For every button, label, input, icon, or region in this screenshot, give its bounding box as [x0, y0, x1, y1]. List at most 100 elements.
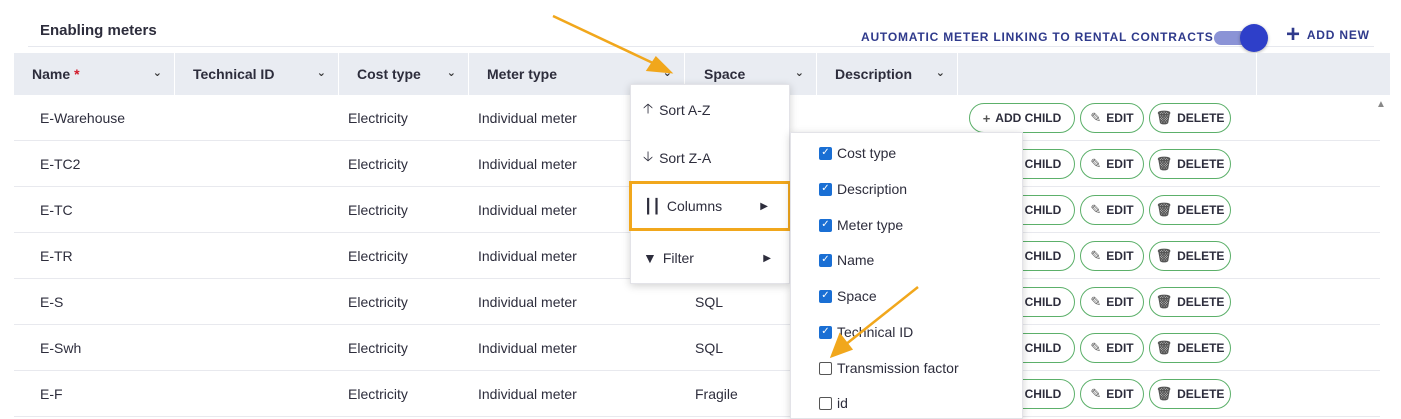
columns-submenu: ✓ Cost type ✓ Description ✓ Meter type ✓ Name ✓ S…: [790, 132, 1023, 419]
column-header-name[interactable]: Name * ⌄: [14, 53, 175, 95]
cell-cost-type: Electricity: [348, 156, 408, 172]
delete-button[interactable]: 🗑 DELETE: [1149, 103, 1231, 133]
checkbox-checked-icon[interactable]: ✓: [819, 289, 832, 303]
caret-right-icon: ▶: [760, 200, 768, 212]
edit-button[interactable]: ✎ EDIT: [1080, 287, 1144, 317]
trash-icon: 🗑: [1155, 294, 1173, 309]
trash-icon: 🗑: [1155, 340, 1173, 355]
pencil-icon: ✎: [1090, 340, 1102, 355]
column-toggle-item[interactable]: id: [819, 395, 848, 411]
column-label: Cost type: [357, 66, 421, 82]
add-child-button[interactable]: + ADD CHILD: [969, 103, 1075, 133]
pencil-icon: ✎: [1090, 248, 1102, 263]
edit-label: EDIT: [1106, 249, 1134, 263]
section-title: Enabling meters: [40, 22, 157, 39]
column-toggle-item[interactable]: ✓ Meter type: [819, 217, 903, 233]
delete-button[interactable]: 🗑 DELETE: [1149, 195, 1231, 225]
cell-cost-type: Electricity: [348, 294, 408, 310]
cell-space: SQL: [695, 294, 724, 310]
chevron-down-icon[interactable]: ⌄: [663, 66, 672, 79]
delete-button[interactable]: 🗑 DELETE: [1149, 241, 1231, 271]
column-toggle-item[interactable]: ✓ Space: [819, 288, 877, 304]
edit-button[interactable]: ✎ EDIT: [1080, 149, 1144, 179]
table-row: E-S Electricity Individual meter SQL +AD…: [14, 279, 1380, 325]
menu-item-sort-asc[interactable]: 🡡 Sort A-Z: [631, 85, 791, 135]
column-label: Technical ID: [193, 66, 275, 82]
add-child-label: ADD CHILD: [995, 111, 1062, 125]
cell-space: SQL: [695, 340, 724, 356]
delete-button[interactable]: 🗑 DELETE: [1149, 379, 1231, 409]
checkbox-checked-icon[interactable]: ✓: [819, 253, 832, 267]
pencil-icon: ✎: [1090, 294, 1102, 309]
edit-button[interactable]: ✎ EDIT: [1080, 379, 1144, 409]
arrow-up-icon: 🡡: [643, 100, 654, 116]
column-toggle-item[interactable]: ✓ Description: [819, 181, 907, 197]
chevron-down-icon[interactable]: ⌄: [795, 66, 804, 79]
column-header-description[interactable]: Description ⌄: [817, 53, 958, 95]
checkbox-checked-icon[interactable]: ✓: [819, 325, 832, 339]
cell-meter-type: Individual meter: [478, 386, 577, 402]
cell-name: E-TR: [40, 248, 73, 264]
cell-meter-type: Individual meter: [478, 156, 577, 172]
chevron-down-icon[interactable]: ⌄: [936, 66, 945, 79]
column-label: Description: [835, 66, 913, 82]
pencil-icon: ✎: [1090, 386, 1102, 401]
trash-icon: 🗑: [1155, 110, 1173, 125]
chevron-down-icon[interactable]: ⌄: [447, 66, 456, 79]
delete-label: DELETE: [1177, 295, 1225, 309]
delete-button[interactable]: 🗑 DELETE: [1149, 149, 1231, 179]
checkbox-unchecked-icon[interactable]: [819, 361, 832, 375]
cell-cost-type: Electricity: [348, 110, 408, 126]
column-toggle-label: Transmission factor: [837, 360, 959, 376]
checkbox-checked-icon[interactable]: ✓: [819, 218, 832, 232]
column-menu: 🡡 Sort A-Z 🡣 Sort Z-A ┃┃ Columns ▶ ▼ Fil…: [629, 84, 791, 284]
edit-button[interactable]: ✎ EDIT: [1080, 195, 1144, 225]
menu-item-columns[interactable]: ┃┃ Columns ▶: [629, 181, 791, 231]
edit-button[interactable]: ✎ EDIT: [1080, 241, 1144, 271]
table-row: E-F Electricity Individual meter Fragile…: [14, 371, 1380, 417]
edit-button[interactable]: ✎ EDIT: [1080, 333, 1144, 363]
required-mark: *: [74, 66, 80, 82]
cell-cost-type: Electricity: [348, 248, 408, 264]
column-header-cost-type[interactable]: Cost type ⌄: [339, 53, 469, 95]
row-actions: + ADD CHILD ✎ EDIT 🗑 DELETE: [969, 103, 1231, 133]
column-label: Space: [704, 66, 746, 82]
cell-cost-type: Electricity: [348, 340, 408, 356]
cell-name: E-F: [40, 386, 63, 402]
toggle-knob: [1240, 24, 1268, 52]
menu-item-filter[interactable]: ▼ Filter ▶: [631, 233, 791, 283]
cell-name: E-Warehouse: [40, 110, 126, 126]
cell-meter-type: Individual meter: [478, 110, 577, 126]
title-divider: [28, 46, 1374, 47]
column-header-technical-id[interactable]: Technical ID ⌄: [175, 53, 339, 95]
column-label: Meter type: [487, 66, 558, 82]
column-toggle-item[interactable]: Transmission factor: [819, 360, 959, 376]
menu-item-label: Sort Z-A: [659, 150, 712, 166]
checkbox-checked-icon[interactable]: ✓: [819, 146, 832, 160]
add-new-button[interactable]: + ADD NEW: [1286, 23, 1370, 47]
column-label: Name: [32, 66, 71, 82]
column-toggle-item[interactable]: ✓ Cost type: [819, 145, 896, 161]
auto-linking-toggle[interactable]: [1214, 24, 1268, 52]
delete-button[interactable]: 🗑 DELETE: [1149, 287, 1231, 317]
column-toggle-item[interactable]: ✓ Name: [819, 252, 874, 268]
chevron-down-icon[interactable]: ⌄: [317, 66, 326, 79]
cell-cost-type: Electricity: [348, 386, 408, 402]
menu-item-label: Filter: [662, 250, 694, 266]
delete-button[interactable]: 🗑 DELETE: [1149, 333, 1231, 363]
edit-button[interactable]: ✎ EDIT: [1080, 103, 1144, 133]
caret-right-icon: ▶: [763, 252, 771, 264]
checkbox-checked-icon[interactable]: ✓: [819, 182, 832, 196]
chevron-down-icon[interactable]: ⌄: [153, 66, 162, 79]
pencil-icon: ✎: [1090, 202, 1102, 217]
plus-icon: +: [982, 110, 991, 126]
pencil-icon: ✎: [1090, 110, 1102, 125]
checkbox-unchecked-icon[interactable]: [819, 396, 832, 410]
column-toggle-item[interactable]: ✓ Technical ID: [819, 324, 913, 340]
menu-item-sort-desc[interactable]: 🡣 Sort Z-A: [631, 133, 791, 183]
cell-meter-type: Individual meter: [478, 202, 577, 218]
trash-icon: 🗑: [1155, 386, 1173, 401]
cell-name: E-TC2: [40, 156, 81, 172]
trash-icon: 🗑: [1155, 248, 1173, 263]
column-toggle-label: Description: [837, 181, 908, 197]
